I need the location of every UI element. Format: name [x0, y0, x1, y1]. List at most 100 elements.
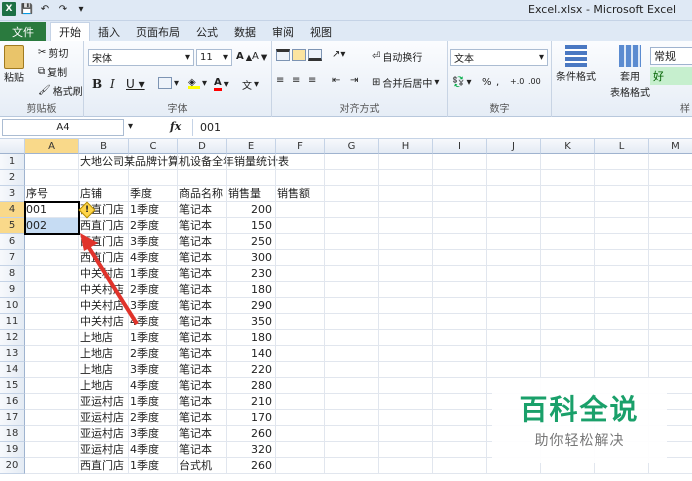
table-cell[interactable]: 序号: [25, 186, 79, 202]
table-cell[interactable]: [379, 330, 433, 346]
underline-button[interactable]: U ▾: [126, 77, 145, 91]
accounting-button[interactable]: 💱 ▾: [452, 77, 471, 88]
table-cell[interactable]: [595, 186, 649, 202]
row-header[interactable]: 2: [0, 170, 25, 186]
table-cell[interactable]: 1季度: [129, 458, 178, 474]
select-all-corner[interactable]: [0, 139, 25, 154]
table-cell[interactable]: [325, 442, 379, 458]
table-cell[interactable]: 笔记本: [178, 266, 227, 282]
percent-button[interactable]: %: [482, 77, 492, 88]
table-cell[interactable]: 170: [227, 410, 276, 426]
table-cell[interactable]: [595, 234, 649, 250]
table-cell[interactable]: 2季度: [129, 346, 178, 362]
table-cell[interactable]: 亚运村店: [79, 394, 129, 410]
table-cell[interactable]: [25, 394, 79, 410]
table-cell[interactable]: [276, 218, 325, 234]
table-cell[interactable]: [325, 426, 379, 442]
table-cell[interactable]: 西直门店: [79, 218, 129, 234]
orientation-button[interactable]: ↗▾: [332, 49, 345, 60]
table-cell[interactable]: [595, 170, 649, 186]
table-cell[interactable]: 笔记本: [178, 298, 227, 314]
table-cell[interactable]: [25, 170, 79, 186]
column-header[interactable]: B: [79, 139, 129, 154]
table-cell[interactable]: 台式机: [178, 458, 227, 474]
table-cell[interactable]: [433, 234, 487, 250]
table-cell[interactable]: 260: [227, 426, 276, 442]
column-header[interactable]: G: [325, 139, 379, 154]
table-cell[interactable]: 002: [25, 218, 79, 234]
table-cell[interactable]: 笔记本: [178, 362, 227, 378]
row-header[interactable]: 19: [0, 442, 25, 458]
table-cell[interactable]: [276, 154, 325, 170]
table-cell[interactable]: 180: [227, 330, 276, 346]
table-cell[interactable]: [325, 282, 379, 298]
table-cell[interactable]: 中关村店: [79, 266, 129, 282]
table-cell[interactable]: 笔记本: [178, 378, 227, 394]
table-cell[interactable]: 笔记本: [178, 282, 227, 298]
table-cell[interactable]: [379, 298, 433, 314]
table-cell[interactable]: 西直门店: [79, 250, 129, 266]
table-cell[interactable]: [379, 186, 433, 202]
shrink-font-button[interactable]: A ▼: [252, 51, 267, 62]
tab-home[interactable]: 开始: [50, 22, 90, 41]
table-cell[interactable]: [433, 170, 487, 186]
table-cell[interactable]: [227, 154, 276, 170]
save-icon[interactable]: 💾: [20, 2, 34, 16]
table-cell[interactable]: [649, 346, 692, 362]
table-cell[interactable]: 4季度: [129, 442, 178, 458]
table-cell[interactable]: 大地公司某品牌计算机设备全年销量统计表: [79, 154, 289, 170]
table-cell[interactable]: [25, 346, 79, 362]
table-cell[interactable]: [487, 250, 541, 266]
table-cell[interactable]: [325, 218, 379, 234]
table-cell[interactable]: [595, 202, 649, 218]
table-cell[interactable]: [541, 250, 595, 266]
table-cell[interactable]: [25, 426, 79, 442]
table-cell[interactable]: [25, 458, 79, 474]
table-cell[interactable]: 2季度: [129, 282, 178, 298]
table-cell[interactable]: [487, 154, 541, 170]
table-cell[interactable]: [649, 186, 692, 202]
table-cell[interactable]: [595, 314, 649, 330]
table-cell[interactable]: [595, 298, 649, 314]
table-cell[interactable]: [649, 314, 692, 330]
table-cell[interactable]: [433, 186, 487, 202]
table-cell[interactable]: [649, 298, 692, 314]
row-header[interactable]: 15: [0, 378, 25, 394]
font-color-button[interactable]: A ▾: [214, 77, 229, 91]
table-cell[interactable]: [379, 250, 433, 266]
borders-button[interactable]: ▾: [158, 77, 179, 89]
table-cell[interactable]: 200: [227, 202, 276, 218]
tab-formulas[interactable]: 公式: [188, 22, 226, 41]
column-header[interactable]: L: [595, 139, 649, 154]
table-cell[interactable]: [649, 266, 692, 282]
table-cell[interactable]: [649, 362, 692, 378]
table-cell[interactable]: 中关村店: [79, 298, 129, 314]
number-format-select[interactable]: 文本 ▾: [450, 49, 548, 66]
tab-data[interactable]: 数据: [226, 22, 264, 41]
copy-button[interactable]: ⧉ 复制: [38, 64, 67, 79]
table-cell[interactable]: [379, 458, 433, 474]
column-header[interactable]: C: [129, 139, 178, 154]
table-cell[interactable]: [595, 266, 649, 282]
table-cell[interactable]: [541, 202, 595, 218]
table-cell[interactable]: 290: [227, 298, 276, 314]
table-cell[interactable]: [433, 442, 487, 458]
wrap-text-button[interactable]: ⏎ 自动换行: [372, 49, 422, 64]
table-cell[interactable]: [276, 442, 325, 458]
table-cell[interactable]: 笔记本: [178, 346, 227, 362]
table-cell[interactable]: [379, 442, 433, 458]
table-cell[interactable]: 250: [227, 234, 276, 250]
table-cell[interactable]: 销售额: [276, 186, 325, 202]
row-header[interactable]: 4: [0, 202, 25, 218]
table-cell[interactable]: 230: [227, 266, 276, 282]
table-cell[interactable]: 笔记本: [178, 394, 227, 410]
table-cell[interactable]: 350: [227, 314, 276, 330]
comma-button[interactable]: ,: [496, 77, 499, 88]
table-cell[interactable]: [649, 330, 692, 346]
table-cell[interactable]: [433, 362, 487, 378]
table-cell[interactable]: 店铺: [79, 186, 129, 202]
increase-decimal-button[interactable]: +.0: [510, 77, 524, 86]
table-cell[interactable]: 1季度: [129, 266, 178, 282]
table-cell[interactable]: [25, 282, 79, 298]
table-cell[interactable]: [379, 234, 433, 250]
